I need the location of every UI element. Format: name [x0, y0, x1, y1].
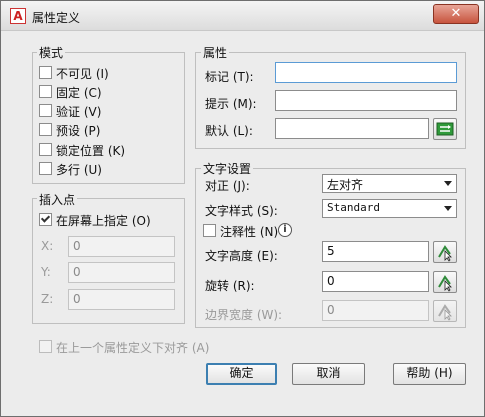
insert-field-button[interactable] [433, 118, 457, 140]
boundary-width-input[interactable]: 0 [322, 300, 429, 321]
x-input[interactable]: 0 [68, 236, 175, 257]
align-below-label: 在上一个属性定义下对齐 (A) [56, 341, 210, 355]
rotation-input[interactable]: 0 [322, 271, 429, 292]
multiline-label: 多行 (U) [56, 163, 102, 177]
specify-on-screen-checkbox[interactable] [39, 213, 52, 226]
prompt-input[interactable] [275, 90, 457, 111]
justification-select[interactable]: 左对齐 [322, 174, 457, 193]
lock-position-checkbox[interactable] [39, 143, 52, 156]
insert-field-icon [436, 122, 454, 136]
z-input[interactable]: 0 [68, 289, 175, 310]
preset-label: 预设 (P) [56, 124, 101, 138]
verify-checkbox[interactable] [39, 104, 52, 117]
tag-label: 标记 (T): [205, 70, 254, 84]
z-label: Z: [41, 292, 54, 306]
text-style-select[interactable]: Standard [322, 199, 457, 218]
window-title: 属性定义 [32, 11, 81, 25]
justification-label: 对正 (J): [205, 179, 250, 193]
invisible-checkbox[interactable] [39, 66, 52, 79]
ok-button[interactable]: 确定 [206, 363, 277, 385]
text-height-label: 文字高度 (E): [205, 249, 278, 263]
constant-checkbox[interactable] [39, 85, 52, 98]
insertion-point-group-label: 插入点 [37, 191, 78, 208]
lock-position-label: 锁定位置 (K) [56, 144, 126, 158]
multiline-checkbox[interactable] [39, 162, 52, 175]
annotative-checkbox[interactable] [203, 224, 216, 237]
text-settings-group-label: 文字设置 [201, 160, 254, 177]
autocad-app-icon: A [10, 8, 26, 24]
verify-label: 验证 (V) [56, 105, 102, 119]
close-button[interactable]: ✕ [433, 4, 479, 24]
text-style-value: Standard [327, 201, 380, 214]
pick-point-icon [438, 304, 452, 321]
chevron-down-icon [444, 181, 452, 186]
preset-checkbox[interactable] [39, 123, 52, 136]
invisible-label: 不可见 (I) [56, 67, 109, 81]
mode-group-label: 模式 [37, 44, 66, 61]
pick-point-icon [438, 275, 452, 292]
attribute-group-label: 属性 [201, 44, 230, 61]
chevron-down-icon [444, 206, 452, 211]
annotative-label: 注释性 (N) [220, 225, 279, 239]
prompt-label: 提示 (M): [205, 97, 257, 111]
cancel-button[interactable]: 取消 [292, 363, 365, 385]
pick-height-button[interactable] [433, 241, 457, 263]
specify-on-screen-label: 在屏幕上指定 (O) [56, 214, 151, 228]
info-icon[interactable]: i [278, 223, 292, 237]
rotation-label: 旋转 (R): [205, 279, 255, 293]
boundary-width-label: 边界宽度 (W): [205, 308, 283, 322]
title-bar[interactable]: A 属性定义 ✕ [1, 1, 484, 31]
help-button[interactable]: 帮助 (H) [393, 363, 466, 385]
checkmark-icon [40, 213, 51, 223]
pick-point-icon [438, 245, 452, 262]
x-label: X: [41, 239, 54, 253]
text-style-label: 文字样式 (S): [205, 204, 278, 218]
align-below-checkbox[interactable] [39, 340, 52, 353]
text-height-input[interactable]: 5 [322, 241, 429, 262]
justification-value: 左对齐 [327, 178, 364, 192]
y-label: Y: [41, 265, 51, 279]
pick-rotation-button[interactable] [433, 271, 457, 293]
default-input[interactable] [275, 118, 429, 139]
y-input[interactable]: 0 [68, 262, 175, 283]
close-icon: ✕ [450, 6, 462, 21]
constant-label: 固定 (C) [56, 86, 102, 100]
default-label: 默认 (L): [205, 124, 253, 138]
pick-boundary-width-button[interactable] [433, 300, 457, 322]
attribute-definition-dialog: A 属性定义 ✕ 模式 不可见 (I) 固定 (C) 验证 (V) 预设 (P)… [0, 0, 485, 417]
tag-input[interactable] [275, 62, 457, 83]
